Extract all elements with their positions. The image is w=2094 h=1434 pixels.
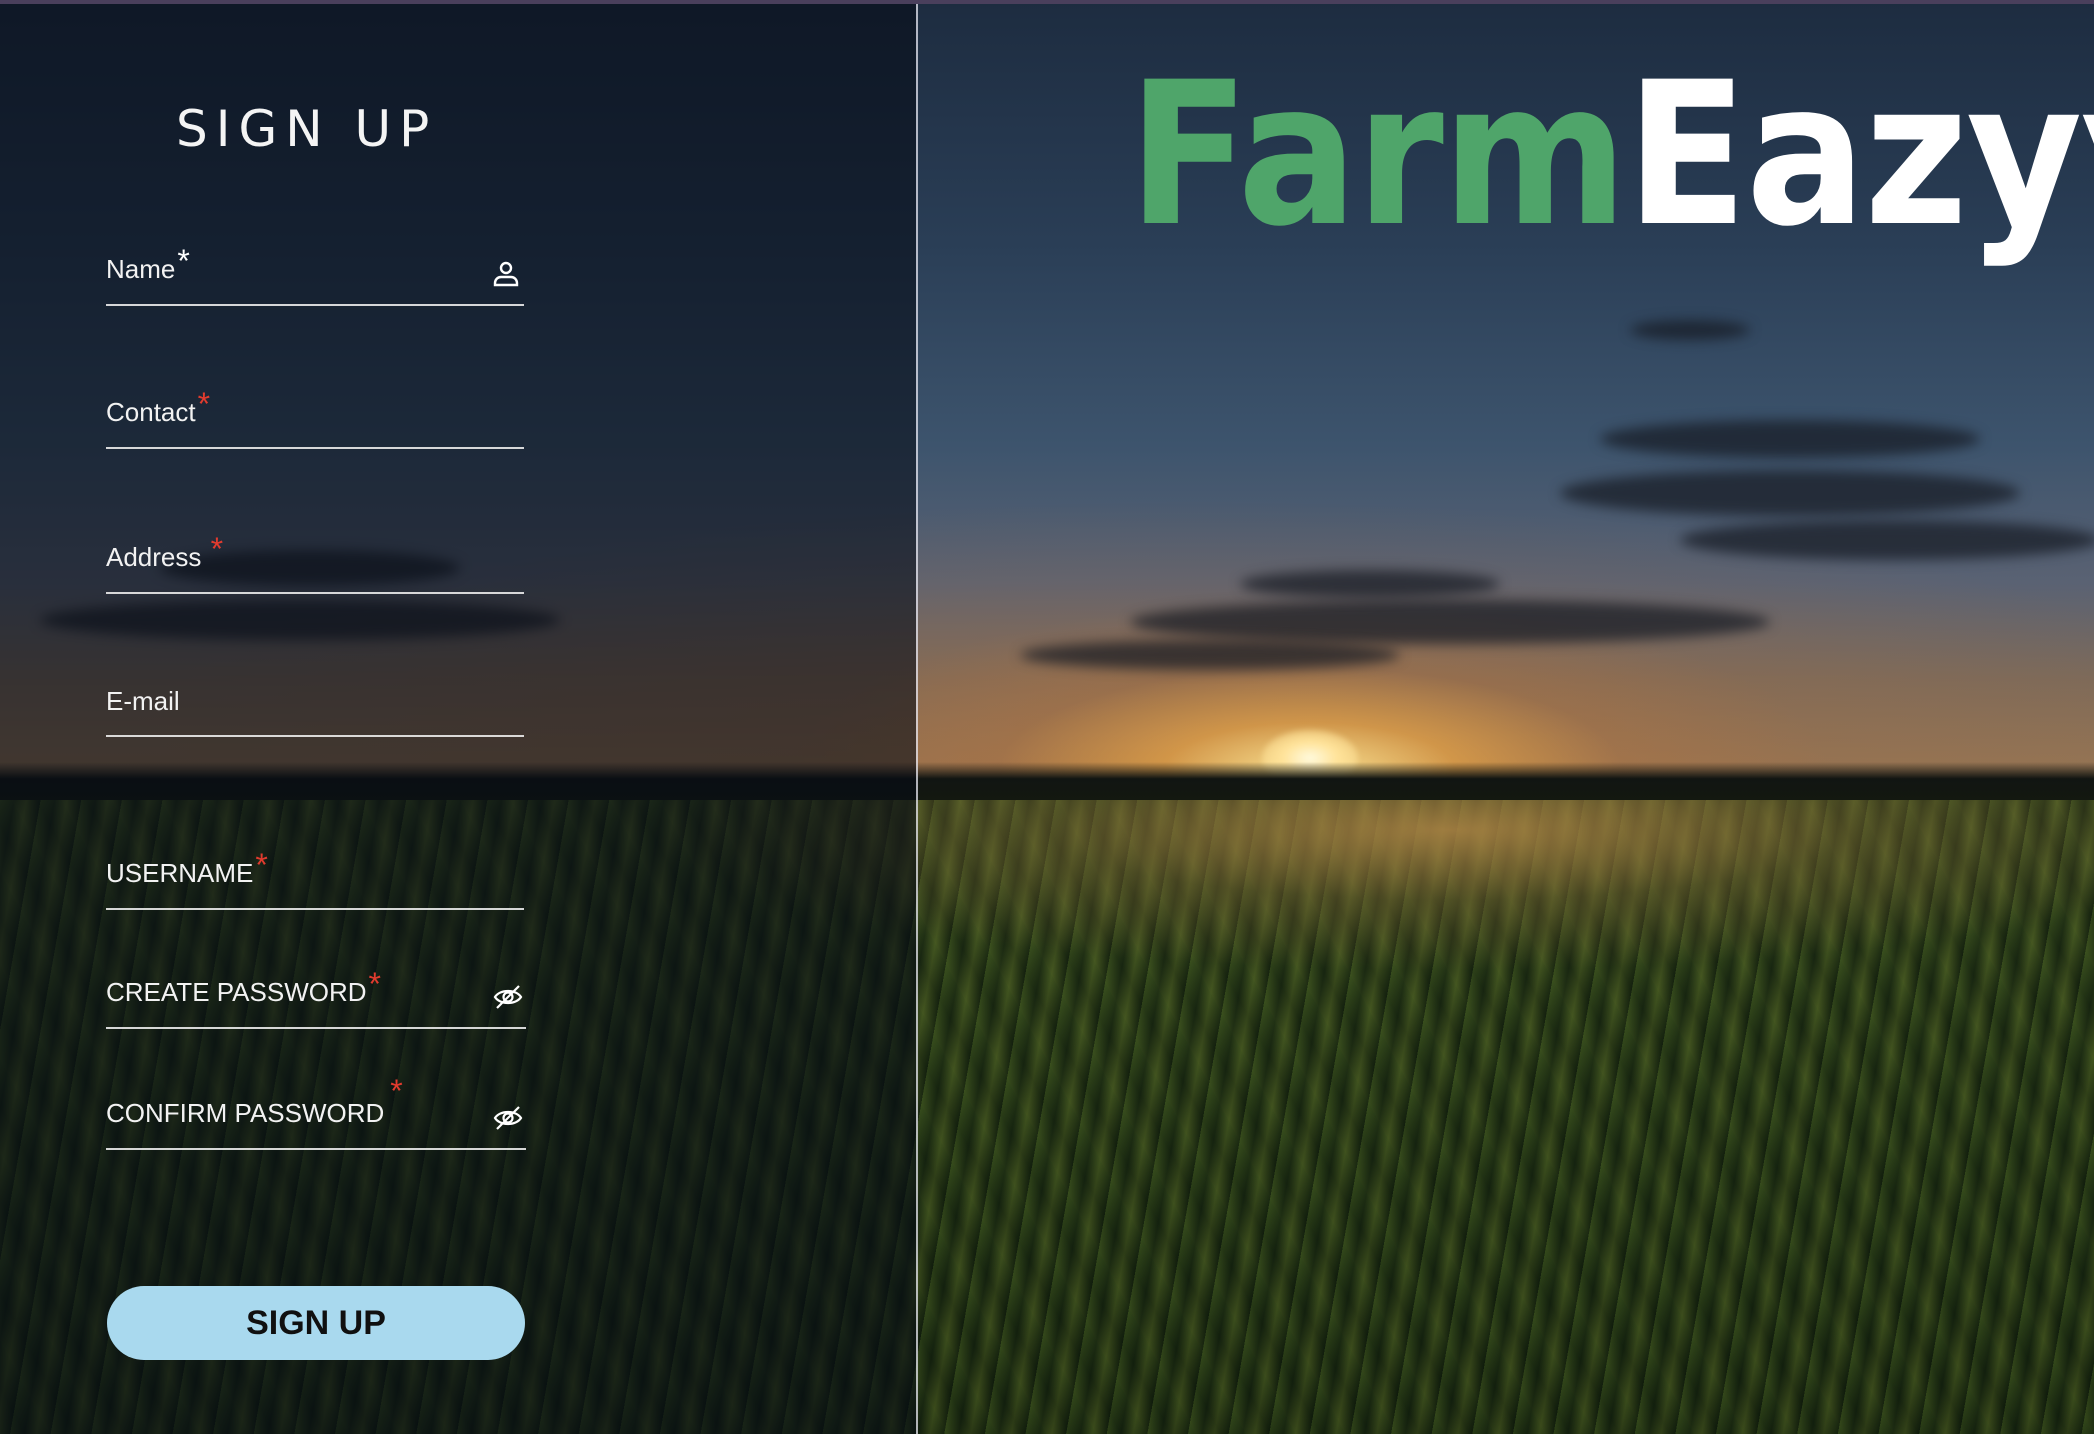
contact-field[interactable]: Contact* xyxy=(106,386,524,449)
logo-eazyy-text: Eazyy xyxy=(1625,39,2094,270)
signup-title: SIGN UP xyxy=(176,100,438,158)
confirm-password-input[interactable] xyxy=(106,1098,486,1148)
email-field[interactable]: E-mail xyxy=(106,683,524,737)
cloud xyxy=(1240,570,1500,598)
panel-divider xyxy=(916,0,918,1434)
cloud xyxy=(1020,640,1400,670)
cloud xyxy=(1560,470,2020,516)
user-icon xyxy=(490,258,522,290)
farmeazyy-logo: FarmEazyy xyxy=(1128,56,2094,254)
cloud xyxy=(1680,520,2094,560)
cloud xyxy=(1130,600,1770,644)
signup-button[interactable]: SIGN UP xyxy=(107,1286,525,1360)
create-password-input[interactable] xyxy=(106,977,486,1027)
email-input[interactable] xyxy=(106,685,484,735)
cloud xyxy=(1630,320,1750,340)
username-field[interactable]: USERNAME* xyxy=(106,847,524,910)
confirm-password-field[interactable]: CONFIRM PASSWORD* xyxy=(106,1073,526,1150)
top-border xyxy=(0,0,2094,4)
logo-farm-text: Farm xyxy=(1128,39,1628,270)
contact-input[interactable] xyxy=(106,397,484,447)
cloud xyxy=(1600,420,1980,458)
create-password-field[interactable]: CREATE PASSWORD* xyxy=(106,966,526,1029)
address-field[interactable]: Address * xyxy=(106,531,524,594)
name-input[interactable] xyxy=(106,254,484,304)
eye-off-icon[interactable] xyxy=(492,1102,524,1134)
username-input[interactable] xyxy=(106,858,484,908)
address-input[interactable] xyxy=(106,542,484,592)
name-field[interactable]: Name* xyxy=(106,243,524,306)
eye-off-icon[interactable] xyxy=(492,981,524,1013)
